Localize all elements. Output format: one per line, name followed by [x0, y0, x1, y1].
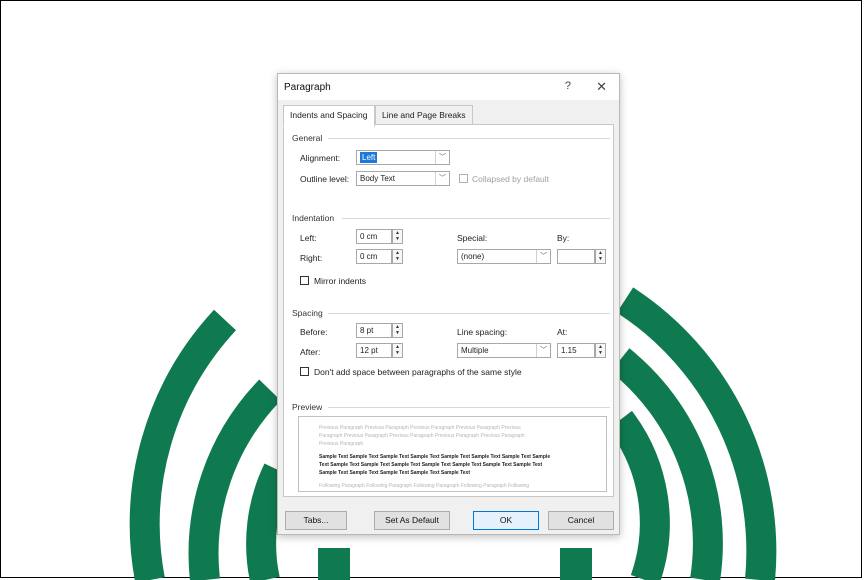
preview-sample-line: Sample Text Sample Text Sample Text Samp…: [319, 470, 470, 476]
alignment-dropdown[interactable]: Left ﹀: [356, 150, 450, 165]
chevron-down-icon: ﹀: [435, 151, 449, 164]
section-spacing: Spacing: [292, 308, 323, 318]
indent-right-input[interactable]: 0 cm: [356, 249, 392, 264]
cancel-button[interactable]: Cancel: [548, 511, 614, 530]
at-input[interactable]: 1.15: [557, 343, 595, 358]
tab-line-and-page-breaks[interactable]: Line and Page Breaks: [375, 105, 473, 126]
preview-sample-line: Text Sample Text Sample Text Sample Text…: [319, 462, 543, 468]
mirror-indents-checkbox[interactable]: [300, 276, 309, 285]
chevron-down-icon: ﹀: [536, 250, 550, 263]
preview-previous-line: Previous Paragraph: [319, 441, 364, 447]
spacing-after-input[interactable]: 12 pt: [356, 343, 392, 358]
indent-right-label: Right:: [300, 253, 323, 263]
set-as-default-button[interactable]: Set As Default: [374, 511, 450, 530]
indent-left-input[interactable]: 0 cm: [356, 229, 392, 244]
preview-previous-line: Previous Paragraph Previous Paragraph Pr…: [319, 425, 521, 431]
mirror-indents-label: Mirror indents: [314, 276, 366, 286]
dont-add-space-label: Don't add space between paragraphs of th…: [314, 367, 522, 377]
paragraph-dialog: Paragraph ? ✕ Indents and Spacing Line a…: [277, 73, 620, 535]
spacing-before-label: Before:: [300, 327, 328, 337]
logo-ring-inner-right: [607, 410, 670, 580]
section-general: General: [292, 133, 323, 143]
special-value: (none): [461, 252, 485, 261]
help-button[interactable]: ?: [565, 80, 571, 92]
special-dropdown[interactable]: (none) ﹀: [457, 249, 551, 264]
alignment-label: Alignment:: [300, 153, 341, 163]
divider: [328, 407, 610, 408]
spin-up-down-icon[interactable]: ▲ ▼: [392, 249, 403, 264]
spin-up-down-icon[interactable]: ▲ ▼: [392, 229, 403, 244]
close-button[interactable]: ✕: [596, 79, 607, 95]
chevron-down-icon: ﹀: [536, 344, 550, 357]
spin-up-down-icon[interactable]: ▲ ▼: [392, 323, 403, 338]
logo-bar-left: [318, 548, 350, 580]
section-indentation: Indentation: [292, 213, 335, 223]
dont-add-space-checkbox[interactable]: [300, 367, 309, 376]
collapsed-by-default-checkbox[interactable]: [459, 174, 468, 183]
dialog-title: Paragraph: [284, 82, 331, 93]
indent-left-label: Left:: [300, 233, 317, 243]
logo-bar-right: [560, 548, 592, 580]
paragraph-preview: Previous Paragraph Previous Paragraph Pr…: [298, 416, 607, 492]
outline-level-dropdown[interactable]: Body Text ﹀: [356, 171, 450, 186]
line-spacing-value: Multiple: [461, 346, 489, 355]
divider: [328, 313, 610, 314]
preview-previous-line: Paragraph Previous Paragraph Previous Pa…: [319, 433, 525, 439]
chevron-down-icon: ﹀: [435, 172, 449, 185]
spin-up-down-icon[interactable]: ▲ ▼: [392, 343, 403, 358]
tab-indents-and-spacing[interactable]: Indents and Spacing: [283, 105, 375, 127]
line-spacing-label: Line spacing:: [457, 327, 508, 337]
outline-level-label: Outline level:: [300, 174, 350, 184]
line-spacing-dropdown[interactable]: Multiple ﹀: [457, 343, 551, 358]
title-bar: Paragraph ? ✕: [278, 74, 619, 100]
spacing-after-label: After:: [300, 347, 321, 357]
collapsed-by-default-label: Collapsed by default: [472, 174, 550, 184]
preview-sample-line: Sample Text Sample Text Sample Text Samp…: [319, 454, 551, 460]
special-label: Special:: [457, 233, 488, 243]
ok-button[interactable]: OK: [473, 511, 539, 530]
spin-up-down-icon[interactable]: ▲ ▼: [595, 343, 606, 358]
alignment-value: Left: [360, 152, 378, 163]
at-label: At:: [557, 327, 568, 337]
by-label: By:: [557, 233, 570, 243]
section-preview: Preview: [292, 402, 323, 412]
spin-up-down-icon[interactable]: ▲ ▼: [595, 249, 606, 264]
divider: [342, 218, 610, 219]
outline-level-value: Body Text: [360, 174, 395, 183]
divider: [328, 138, 610, 139]
by-input[interactable]: [557, 249, 595, 264]
spacing-before-input[interactable]: 8 pt: [356, 323, 392, 338]
preview-following-line: Following Paragraph Following Paragraph …: [319, 483, 530, 489]
logo-ring-inner: [246, 463, 292, 580]
tabs-button[interactable]: Tabs...: [285, 511, 347, 530]
